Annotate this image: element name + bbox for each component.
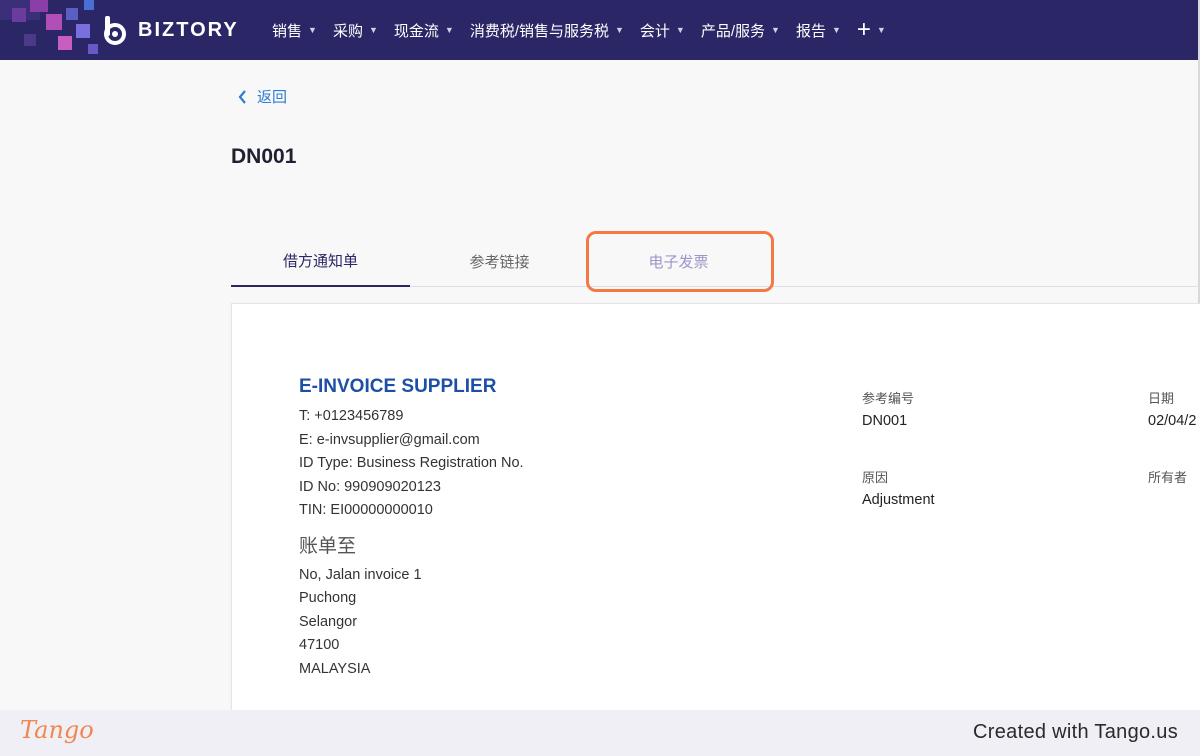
- supplier-tin: TIN: EI00000000010: [299, 502, 433, 518]
- bill-to-state: Selangor: [299, 613, 358, 630]
- tab-reference-links[interactable]: 参考链接: [410, 236, 589, 286]
- reason-label: 原因: [862, 470, 889, 485]
- menu-label: 采购: [332, 22, 363, 40]
- supplier-id-type: ID Type: Business Registration No.: [299, 455, 524, 471]
- date-label: 日期: [1148, 391, 1175, 406]
- menu-label: 现金流: [393, 22, 439, 40]
- meta-reference: 参考编号 DN001: [862, 388, 914, 429]
- bill-to-postcode: 47100: [299, 637, 340, 653]
- reference-value: DN001: [862, 413, 908, 429]
- tango-footer: Tango Created with Tango.us: [0, 710, 1200, 756]
- caret-down-icon: ▼: [444, 25, 454, 35]
- supplier-phone: T: +0123456789: [299, 408, 404, 424]
- caret-down-icon: ▼: [368, 25, 378, 35]
- brand-name: BIZTORY: [138, 18, 239, 41]
- meta-reason: 原因 Adjustment: [862, 467, 935, 508]
- chevron-left-icon: [238, 89, 246, 104]
- page-title: DN001: [231, 145, 297, 168]
- caret-down-icon: ▼: [771, 25, 780, 35]
- tab-debit-note[interactable]: 借方通知单: [231, 236, 410, 287]
- supplier-name: E-INVOICE SUPPLIER: [299, 376, 497, 397]
- menu-reports[interactable]: 报告 ▼: [796, 20, 841, 41]
- top-navbar: BIZTORY 销售 ▼ 采购 ▼ 现金流 ▼ 消费税/销售与服务税 ▼ 会计 ▼ 产品/…: [0, 0, 1198, 60]
- caret-down-icon: ▼: [308, 25, 317, 35]
- document-preview: E-INVOICE SUPPLIER T: +0123456789 E: e-i…: [231, 303, 1200, 723]
- tango-credit: Created with Tango.us: [973, 721, 1178, 743]
- date-value: 02/04/2: [1148, 413, 1197, 429]
- reference-label: 参考编号: [862, 391, 915, 406]
- menu-label: 报告: [795, 22, 826, 40]
- menu-label: 产品/服务: [700, 22, 766, 40]
- bill-to-address-line: No, Jalan invoice 1: [299, 566, 422, 583]
- bill-to-country: MALAYSIA: [299, 660, 371, 677]
- supplier-id-no: ID No: 990909020123: [299, 478, 441, 495]
- bill-to-city: Puchong: [299, 590, 357, 606]
- biztory-logo-icon: [100, 14, 132, 46]
- menu-accounting[interactable]: 会计 ▼: [640, 20, 685, 41]
- menu-tax[interactable]: 消费税/销售与服务税 ▼: [470, 20, 624, 41]
- bill-to-title: 账单至: [299, 535, 357, 557]
- meta-owner: 所有者: [1148, 467, 1187, 487]
- menu-label: 消费税/销售与服务税: [469, 22, 609, 40]
- menu-sales[interactable]: 销售 ▼: [272, 20, 317, 41]
- supplier-block: E-INVOICE SUPPLIER T: +0123456789 E: e-i…: [299, 376, 524, 681]
- reason-value: Adjustment: [862, 492, 935, 508]
- e-invoice-tab-highlight: [586, 231, 774, 292]
- brand-logo[interactable]: BIZTORY: [100, 14, 239, 46]
- menu-label: 销售: [272, 22, 303, 40]
- main-menu: 销售 ▼ 采购 ▼ 现金流 ▼ 消费税/销售与服务税 ▼ 会计 ▼ 产品/服务 ▼ 报告 ▼ …: [272, 0, 902, 60]
- menu-purchases[interactable]: 采购 ▼: [333, 20, 378, 41]
- meta-date: 日期 02/04/2: [1148, 388, 1196, 429]
- caret-down-icon: ▼: [876, 25, 886, 35]
- caret-down-icon: ▼: [831, 25, 841, 35]
- menu-label: 会计: [639, 22, 670, 40]
- plus-icon: +: [856, 16, 871, 43]
- menu-add-new[interactable]: + ▼: [857, 18, 886, 42]
- tango-logo: Tango: [20, 716, 94, 744]
- menu-cashflow[interactable]: 现金流 ▼: [394, 20, 454, 41]
- caret-down-icon: ▼: [614, 25, 624, 35]
- owner-label: 所有者: [1148, 470, 1188, 485]
- menu-products-services[interactable]: 产品/服务 ▼: [701, 20, 780, 41]
- back-label: 返回: [257, 89, 288, 106]
- supplier-email: E: e-invsupplier@gmail.com: [299, 431, 480, 448]
- back-link[interactable]: 返回: [238, 86, 287, 107]
- caret-down-icon: ▼: [675, 25, 685, 35]
